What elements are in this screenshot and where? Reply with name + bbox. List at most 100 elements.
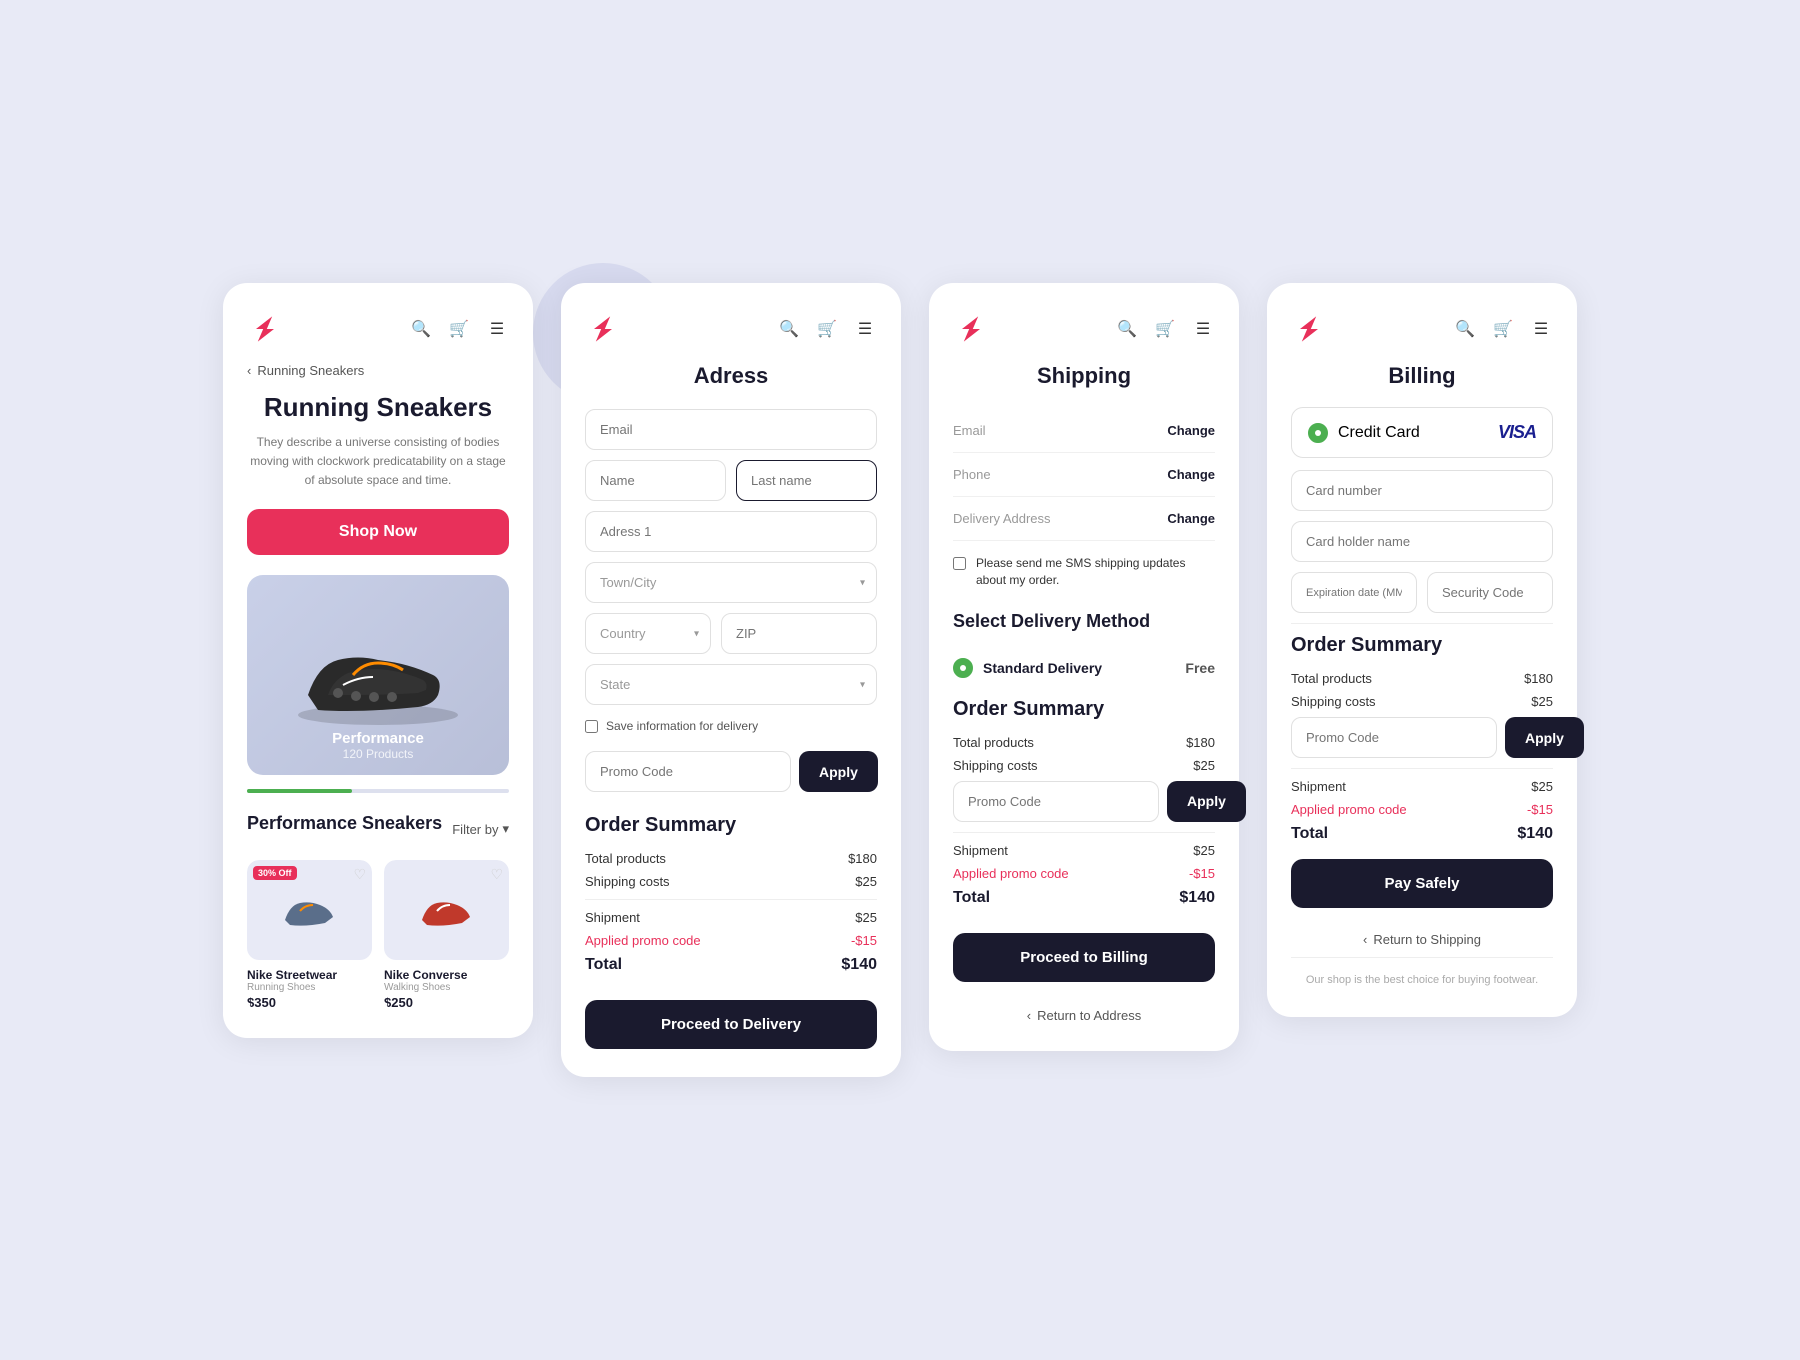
panel3-header: 🔍 🛒 ☰ [953,311,1215,347]
cart-icon[interactable]: 🛒 [815,317,839,341]
return-to-address-button[interactable]: ‹ Return to Address [1027,1008,1141,1023]
summary-promo-2: Applied promo code -$15 [585,933,877,948]
save-info-checkbox[interactable] [585,720,598,733]
header-icons-panel1: 🔍 🛒 ☰ [409,317,509,341]
card-number-field[interactable] [1291,470,1553,511]
summary-label: Shipment [1291,779,1346,794]
menu-icon[interactable]: ☰ [485,317,509,341]
summary-value: $140 [1179,889,1215,907]
divider [585,899,877,900]
product-image: Performance 120 Products [247,575,509,775]
search-icon[interactable]: 🔍 [1453,317,1477,341]
town-select[interactable]: Town/City [585,562,877,603]
promo-input-3[interactable] [953,781,1159,822]
delivery-option-row: Standard Delivery Free [953,646,1215,690]
expiry-security-row [1291,572,1553,613]
security-code-field[interactable] [1427,572,1553,613]
proceed-to-billing-button[interactable]: Proceed to Billing [953,933,1215,982]
address-panel: 🔍 🛒 ☰ Adress Town/City ▾ Country ▾ [561,283,901,1077]
shop-now-button[interactable]: Shop Now [247,509,509,555]
filter-button[interactable]: Filter by ▾ [452,821,509,837]
heart-icon-2[interactable]: ♡ [490,866,503,883]
card-holder-field[interactable] [1291,521,1553,562]
panels-container: 🔍 🛒 ☰ ‹ Running Sneakers Running Sneaker… [223,283,1577,1077]
return-to-shipping-button[interactable]: ‹ Return to Shipping [1363,932,1481,947]
cart-icon[interactable]: 🛒 [447,317,471,341]
product-count: 120 Products [247,747,509,761]
address-change-button[interactable]: Change [1167,511,1215,526]
delivery-address-label: Delivery Address [953,511,1051,526]
summary-shipment-3: Shipment $25 [953,843,1215,858]
state-select[interactable]: State [585,664,877,705]
summary-label: Applied promo code [1291,802,1407,817]
summary-label: Applied promo code [953,866,1069,881]
menu-icon[interactable]: ☰ [1191,317,1215,341]
summary-label: Shipment [953,843,1008,858]
apply-button-3[interactable]: Apply [1167,781,1246,822]
product-desc: They describe a universe consisting of b… [247,433,509,491]
sms-checkbox[interactable] [953,557,966,570]
list-item: ♡ Nike Converse Walking Shoes $250 [384,860,509,1010]
billing-panel: 🔍 🛒 ☰ Billing Credit Card VISA 🔒 Order S… [1267,283,1577,1017]
name-field[interactable] [585,460,726,501]
summary-label: Total products [1291,671,1372,686]
summary-total-4: Total $140 [1291,825,1553,843]
shipping-title: Shipping [953,363,1215,389]
logo-panel2 [585,311,621,347]
search-icon[interactable]: 🔍 [777,317,801,341]
email-change-button[interactable]: Change [1167,423,1215,438]
cart-icon[interactable]: 🛒 [1491,317,1515,341]
summary-value: $140 [841,956,877,974]
country-select[interactable]: Country [585,613,711,654]
summary-total-3: Total $140 [953,889,1215,907]
summary-label: Total products [953,735,1034,750]
sms-row: Please send me SMS shipping updates abou… [953,541,1215,603]
address-title: Adress [585,363,877,389]
radio-inner [960,665,966,671]
standard-delivery-radio[interactable] [953,658,973,678]
menu-icon[interactable]: ☰ [853,317,877,341]
expiration-field[interactable] [1291,572,1417,613]
filter-label: Filter by [452,822,498,837]
return-label: Return to Address [1037,1008,1141,1023]
address-change-row: Delivery Address Change [953,497,1215,541]
cart-icon[interactable]: 🛒 [1153,317,1177,341]
search-icon[interactable]: 🔍 [1115,317,1139,341]
credit-card-radio[interactable] [1308,423,1328,443]
panel4-header: 🔍 🛒 ☰ [1291,311,1553,347]
country-zip-row: Country ▾ [585,613,877,654]
order-summary-title-4: Order Summary [1291,634,1553,657]
heart-icon-1[interactable]: ♡ [353,866,366,883]
menu-icon[interactable]: ☰ [1529,317,1553,341]
address1-field[interactable] [585,511,877,552]
logo-panel1 [247,311,283,347]
summary-promo-3: Applied promo code -$15 [953,866,1215,881]
delivery-option-left: Standard Delivery [953,658,1102,678]
search-icon[interactable]: 🔍 [409,317,433,341]
order-summary-title-3: Order Summary [953,698,1215,721]
last-name-field[interactable] [736,460,877,501]
credit-card-option[interactable]: Credit Card VISA [1291,407,1553,458]
image-progress [247,789,509,793]
apply-button[interactable]: Apply [799,751,878,792]
promo-input-4[interactable] [1291,717,1497,758]
proceed-to-delivery-button[interactable]: Proceed to Delivery [585,1000,877,1049]
email-field[interactable] [585,409,877,450]
back-nav[interactable]: ‹ Running Sneakers [247,363,509,378]
zip-field[interactable] [721,613,877,654]
promo-input[interactable] [585,751,791,792]
back-arrow: ‹ [247,363,251,378]
summary-shipment-4: Shipment $25 [1291,779,1553,794]
chevron-left-icon: ‹ [1363,932,1367,947]
pay-safely-button[interactable]: Pay Safely [1291,859,1553,908]
summary-total-products-3: Total products $180 [953,735,1215,750]
promo-row: Apply [585,751,877,792]
summary-label: Shipment [585,910,640,925]
summary-shipping-4: Shipping costs $25 [1291,694,1553,709]
panel1-header: 🔍 🛒 ☰ [247,311,509,347]
phone-change-button[interactable]: Change [1167,467,1215,482]
divider [953,832,1215,833]
filter-row: Performance Sneakers Filter by ▾ [247,813,509,846]
apply-button-4[interactable]: Apply [1505,717,1584,758]
summary-label: Total [1291,825,1328,843]
